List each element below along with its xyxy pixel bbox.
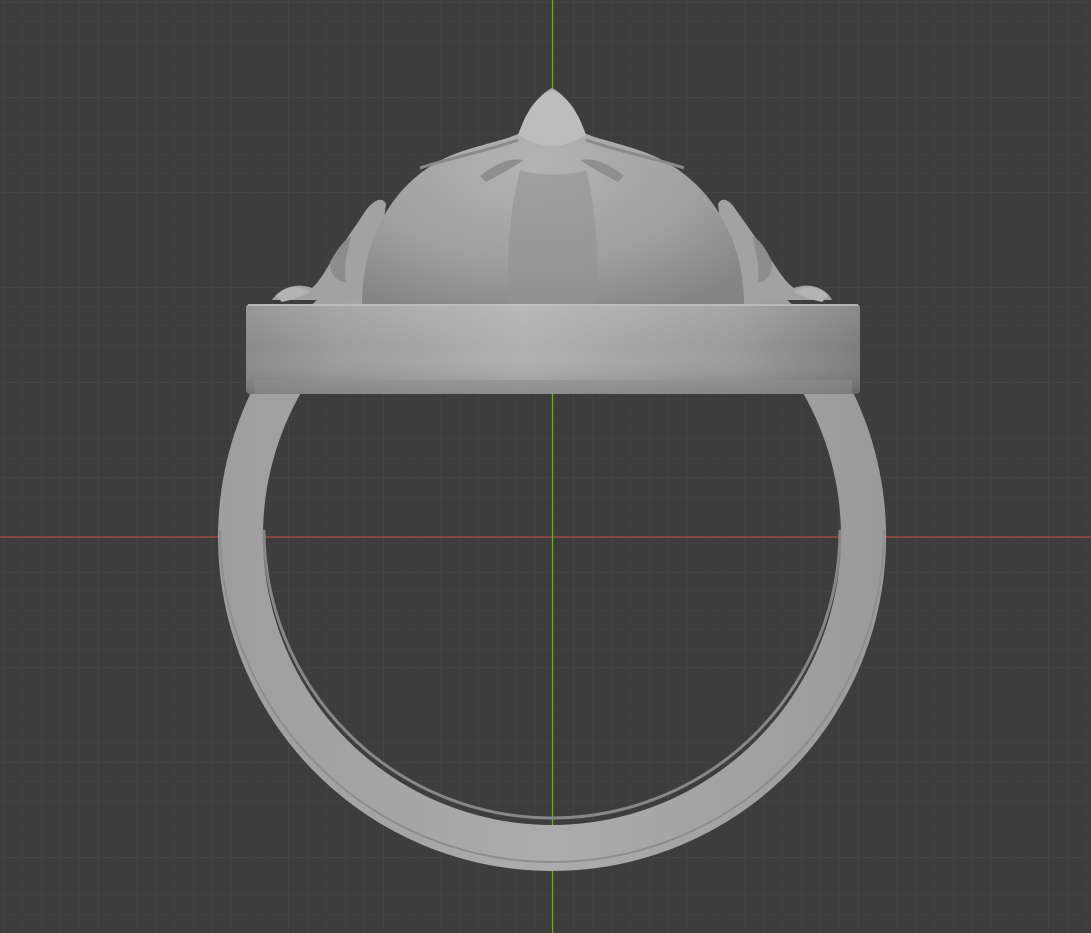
- 3d-viewport[interactable]: [0, 0, 1091, 933]
- viewport-canvas[interactable]: [0, 0, 1091, 933]
- dome-face-shadow: [508, 170, 598, 304]
- ring-bezel-lower-lip: [254, 380, 852, 394]
